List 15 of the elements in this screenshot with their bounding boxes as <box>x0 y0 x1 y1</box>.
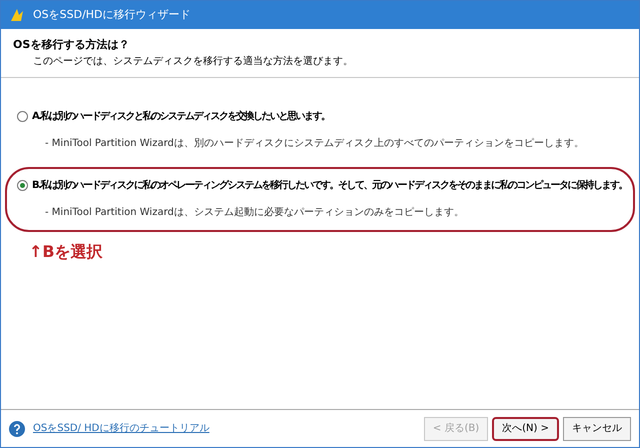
page-heading: OSを移行する方法は？ <box>13 37 130 53</box>
option-radio[interactable]: A.私は別のハードディスクと私のシステムディスクを交換したいと思います。 <box>17 110 623 124</box>
tutorial-link[interactable]: OSをSSD/ HDに移行のチュートリアル <box>33 421 210 436</box>
annotation-text: ↑Bを選択 <box>28 240 104 262</box>
window-title: OSをSSD/HDに移行ウィザード <box>33 6 191 23</box>
option-description: - MiniTool Partition Wizardは、システム起動に必要なパーティションのみをコピーします。 <box>44 206 465 220</box>
radio-icon[interactable] <box>17 111 28 122</box>
help-icon[interactable] <box>9 420 25 436</box>
app-logo-icon <box>9 7 25 23</box>
wizard-button[interactable]: 次へ(N) > <box>492 416 559 440</box>
option-radio[interactable]: B.私は別のハードディスクに私のオペレーティングシステムを移行したいです。そして、元のハードディスクをそのままに私のコンピュータに保持します。 <box>17 178 623 192</box>
wizard-button[interactable]: キャンセル <box>563 416 631 440</box>
radio-icon[interactable] <box>17 180 28 191</box>
page-subtitle: このページでは、システムディスクを移行する適当な方法を選びます。 <box>32 54 354 68</box>
option-description: - MiniTool Partition Wizardは、別のハードディスクにシステムディスク上のすべてのパーティションをコピーします。 <box>44 136 585 150</box>
